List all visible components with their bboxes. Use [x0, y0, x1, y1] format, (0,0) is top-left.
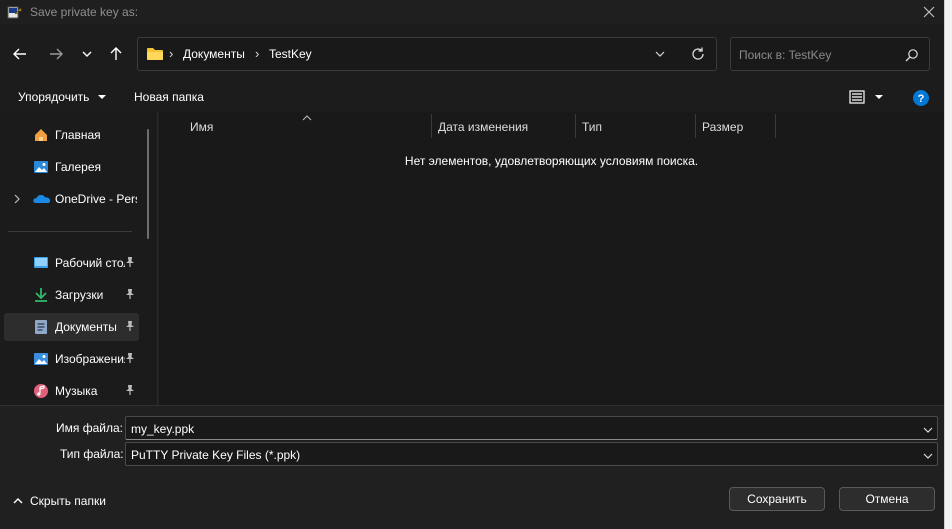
filetype-label: Тип файла: — [60, 447, 124, 461]
filetype-select[interactable]: PuTTY Private Key Files (*.ppk) — [125, 442, 938, 466]
address-dropdown-chevron-icon[interactable] — [654, 48, 666, 63]
sidebar-item-label: Рабочий стол — [55, 256, 125, 270]
organize-label: Упорядочить — [18, 90, 90, 104]
organize-button[interactable]: Упорядочить — [18, 90, 107, 104]
sort-ascending-icon — [302, 111, 312, 125]
column-header-size[interactable]: Размер — [702, 120, 743, 134]
refresh-icon[interactable] — [690, 46, 706, 65]
save-form: Имя файла: my_key.ppk Тип файла: PuTTY P… — [0, 405, 944, 529]
filename-label: Имя файла: — [56, 421, 123, 435]
up-arrow-icon[interactable] — [104, 42, 128, 66]
window-title: Save private key as: — [30, 5, 139, 19]
hide-folders-toggle[interactable]: Скрыть папки — [12, 494, 106, 509]
search-input[interactable] — [739, 46, 899, 64]
music-icon — [33, 383, 49, 399]
pin-icon[interactable] — [125, 320, 135, 335]
back-arrow-icon[interactable] — [8, 42, 32, 66]
pin-icon[interactable] — [125, 256, 135, 271]
save-button[interactable]: Сохранить — [729, 487, 825, 511]
column-header-name[interactable]: Имя — [190, 120, 213, 134]
sidebar-item-label: Документы — [55, 320, 117, 334]
forward-arrow-icon[interactable] — [44, 42, 68, 66]
recent-locations-chevron-icon[interactable] — [75, 42, 99, 66]
sidebar-item-home[interactable]: Главная — [4, 121, 139, 149]
column-divider[interactable] — [431, 114, 432, 138]
desktop-icon — [33, 255, 49, 271]
breadcrumb-testkey[interactable]: TestKey — [269, 47, 312, 61]
breadcrumb-separator-icon: › — [169, 46, 174, 61]
chevron-down-icon[interactable] — [922, 450, 934, 464]
pin-icon[interactable] — [125, 352, 135, 367]
pin-icon[interactable] — [125, 384, 135, 399]
empty-results-message: Нет элементов, удовлетворяющих условиям … — [404, 154, 699, 168]
new-folder-button[interactable]: Новая папка — [134, 90, 204, 104]
navigation-pane: Главная Галерея OneDrive - Perso Рабочий… — [0, 112, 158, 405]
sidebar-item-pictures[interactable]: Изображения — [4, 345, 139, 373]
putty-key-icon — [6, 4, 22, 20]
svg-text:?: ? — [918, 93, 925, 105]
navigation-bar: › Документы › TestKey — [0, 24, 944, 84]
chevron-down-icon[interactable] — [922, 424, 934, 438]
gallery-icon — [33, 159, 49, 175]
save-dialog: Save private key as: › Документы › TestK… — [0, 0, 944, 529]
sidebar-item-label: OneDrive - Perso — [55, 192, 137, 206]
sidebar-item-onedrive[interactable]: OneDrive - Perso — [4, 185, 139, 213]
sidebar-item-gallery[interactable]: Галерея — [4, 153, 139, 181]
chevron-up-icon — [13, 498, 23, 504]
breadcrumb-documents[interactable]: Документы — [183, 47, 245, 61]
background-window-edge — [944, 0, 952, 529]
file-list: Имя Дата изменения Тип Размер Нет элемен… — [159, 112, 944, 405]
sidebar-item-documents[interactable]: Документы — [4, 313, 139, 341]
close-icon[interactable] — [916, 2, 942, 22]
column-divider[interactable] — [775, 114, 776, 138]
filename-field[interactable]: my_key.ppk — [125, 416, 938, 440]
filetype-value: PuTTY Private Key Files (*.ppk) — [131, 448, 301, 462]
title-bar: Save private key as: — [0, 0, 944, 24]
pictures-icon — [33, 351, 49, 367]
onedrive-icon — [33, 191, 51, 207]
address-bar[interactable]: › Документы › TestKey — [137, 37, 717, 71]
chevron-right-icon[interactable] — [13, 193, 21, 207]
view-options-button[interactable] — [848, 89, 888, 108]
documents-icon — [33, 319, 49, 335]
sidebar-item-music[interactable]: Музыка — [4, 377, 139, 405]
list-view-icon — [849, 90, 883, 104]
sidebar-item-label: Галерея — [55, 160, 102, 174]
filename-value[interactable]: my_key.ppk — [131, 422, 194, 436]
folder-icon — [146, 47, 164, 64]
breadcrumb-separator-icon: › — [255, 46, 260, 61]
sidebar-item-label: Главная — [55, 128, 101, 142]
downloads-icon — [33, 287, 49, 303]
command-bar: Упорядочить Новая папка ? — [0, 84, 944, 112]
search-box[interactable] — [730, 37, 930, 71]
sidebar-item-desktop[interactable]: Рабочий стол — [4, 249, 139, 277]
column-header-type[interactable]: Тип — [582, 120, 602, 134]
help-icon[interactable]: ? — [912, 89, 930, 110]
home-icon — [33, 127, 49, 143]
column-header-date[interactable]: Дата изменения — [438, 120, 528, 134]
cancel-button[interactable]: Отмена — [839, 487, 935, 511]
chevron-down-icon — [97, 95, 106, 99]
sidebar-item-downloads[interactable]: Загрузки — [4, 281, 139, 309]
sidebar-item-label: Музыка — [55, 384, 98, 398]
column-divider[interactable] — [575, 114, 576, 138]
sidebar-scrollbar[interactable] — [147, 129, 149, 239]
sidebar-divider — [8, 231, 132, 232]
sidebar-item-label: Загрузки — [55, 288, 104, 302]
column-divider[interactable] — [695, 114, 696, 138]
search-icon[interactable] — [905, 48, 919, 65]
hide-folders-label: Скрыть папки — [30, 494, 106, 508]
sidebar-item-label: Изображения — [55, 352, 125, 366]
pin-icon[interactable] — [125, 288, 135, 303]
